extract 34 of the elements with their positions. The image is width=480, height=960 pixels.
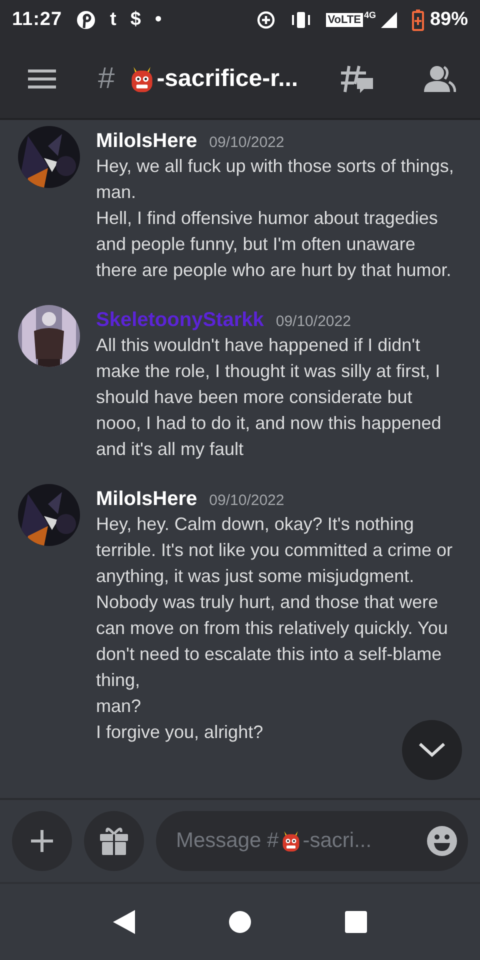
threads-icon[interactable] <box>340 64 374 94</box>
back-icon[interactable] <box>112 909 136 935</box>
volte-label: VoLTE <box>326 13 363 27</box>
channel-name: -sacrifice-r... <box>156 65 298 93</box>
battery-icon <box>412 9 424 31</box>
pin-logo-icon <box>76 10 96 30</box>
home-icon[interactable] <box>228 910 252 934</box>
timestamp: 09/10/2022 <box>276 313 351 330</box>
members-icon[interactable] <box>424 65 456 93</box>
message-text: Hey, we all fuck up with those sorts of things, man. <box>96 155 455 204</box>
battery-percent: 89% <box>430 9 468 31</box>
recents-icon[interactable] <box>344 910 368 934</box>
data-saver-icon <box>256 10 276 30</box>
plus-icon <box>30 829 54 853</box>
gift-icon <box>98 825 130 857</box>
vibrate-icon <box>290 11 312 29</box>
author-name[interactable]: MiloIsHere <box>96 130 198 153</box>
message-text: Hell, I find offensive humor about tragedies and people funny, but I'm often unaware there are people who are hurt by that humor. <box>96 207 452 282</box>
notification-glyph: t <box>110 9 116 31</box>
message-text: man? <box>96 695 142 718</box>
emoji-icon[interactable] <box>426 825 458 857</box>
signal-icon <box>380 11 398 29</box>
message-text: All this wouldn't have happened if I didn't make the role, I thought it was silly at first, I should have been more considerate but nooo, I had to do it, and now this happened and it's all my fault <box>96 334 442 461</box>
clock: 11:27 <box>12 9 62 31</box>
author-name[interactable]: MiloIsHere <box>96 488 198 511</box>
network-type: 4G <box>364 10 376 20</box>
timestamp: 09/10/2022 <box>209 492 284 509</box>
menu-icon[interactable] <box>28 69 56 89</box>
message-text: I forgive you, alright? <box>96 721 264 744</box>
channel-hash: # <box>98 62 115 96</box>
notification-glyph: • <box>154 9 162 31</box>
chevron-down-icon <box>418 742 446 758</box>
timestamp: 09/10/2022 <box>209 134 284 151</box>
notification-glyph: $ <box>130 9 141 31</box>
